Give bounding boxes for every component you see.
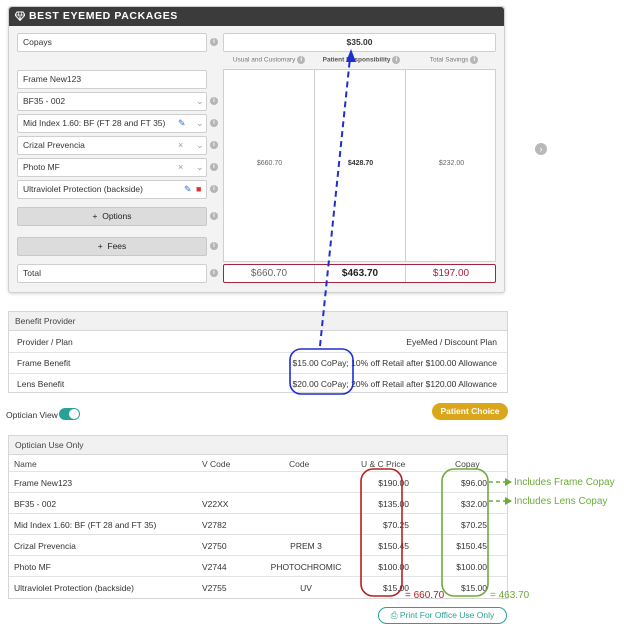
annotation-uc-sum: = 660.70 xyxy=(405,590,445,601)
annotation-copay-sum: = 463.70 xyxy=(490,590,530,601)
copay-col-highlight xyxy=(441,468,489,597)
annotation-overlay xyxy=(289,49,512,597)
copay-highlight xyxy=(289,348,354,395)
blue-arrow-line xyxy=(319,57,351,347)
annotation-frame-copay: Includes Frame Copay xyxy=(514,477,615,488)
annotation-lens-copay: Includes Lens Copay xyxy=(514,496,608,507)
blue-arrow-head xyxy=(346,49,356,62)
uc-highlight xyxy=(360,468,403,597)
